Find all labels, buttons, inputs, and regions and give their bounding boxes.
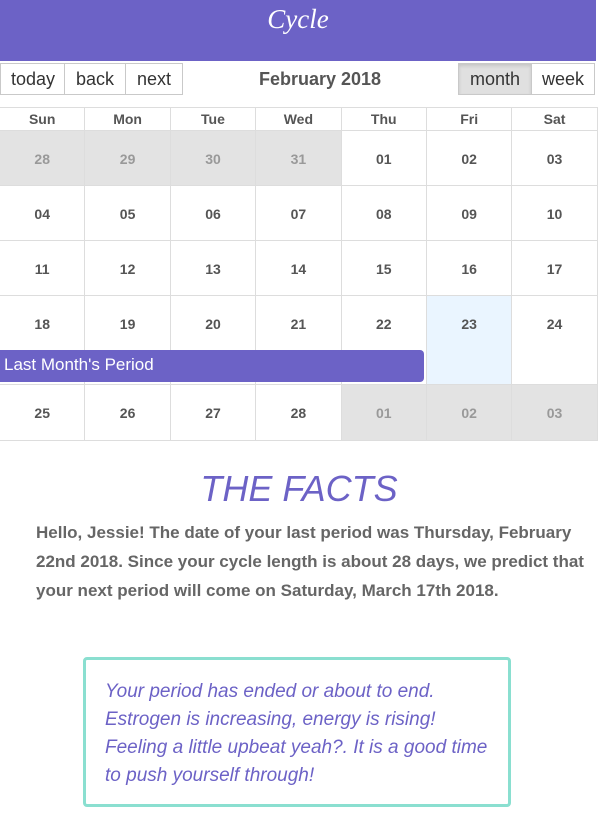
event-last-months-period[interactable]: Last Month's Period xyxy=(0,350,424,382)
month-view-button[interactable]: month xyxy=(458,63,532,95)
day-cell[interactable]: 05 xyxy=(85,186,171,240)
day-cell[interactable]: 29 xyxy=(85,131,171,185)
day-cell[interactable]: 03 xyxy=(512,385,598,440)
day-cell[interactable]: 14 xyxy=(256,241,342,295)
day-cell[interactable]: 13 xyxy=(171,241,257,295)
day-cell[interactable]: 11 xyxy=(0,241,86,295)
day-cell[interactable]: 10 xyxy=(512,186,598,240)
day-cell[interactable]: 28 xyxy=(256,385,342,440)
week-row-2: 04 05 06 07 08 09 10 xyxy=(0,185,598,240)
next-button[interactable]: next xyxy=(125,63,183,95)
weekday-wed: Wed xyxy=(256,108,342,130)
advice-text: Your period has ended or about to end. E… xyxy=(105,681,488,786)
app-header: Cycle xyxy=(0,0,596,61)
day-cell[interactable]: 12 xyxy=(85,241,171,295)
day-cell[interactable]: 31 xyxy=(256,131,342,185)
day-cell[interactable]: 15 xyxy=(342,241,427,295)
day-cell[interactable]: 27 xyxy=(171,385,257,440)
month-title: February 2018 xyxy=(258,69,382,89)
day-cell-today[interactable]: 23 xyxy=(426,296,513,384)
day-cell[interactable]: 01 xyxy=(342,131,427,185)
back-button[interactable]: back xyxy=(64,63,126,95)
weekday-fri: Fri xyxy=(427,108,513,130)
week-row-3: 11 12 13 14 15 16 17 xyxy=(0,240,598,295)
day-cell[interactable]: 17 xyxy=(512,241,598,295)
app-title: Cycle xyxy=(267,4,329,34)
day-cell[interactable]: 01 xyxy=(341,385,427,440)
week-row-5: 25 26 27 28 01 02 03 xyxy=(0,384,598,441)
facts-paragraph: Hello, Jessie! The date of your last per… xyxy=(36,523,584,600)
day-cell[interactable]: 02 xyxy=(426,385,513,440)
week-view-button[interactable]: week xyxy=(531,63,595,95)
day-cell[interactable]: 04 xyxy=(0,186,86,240)
day-cell[interactable]: 30 xyxy=(170,131,257,185)
nav-button-group: today back next xyxy=(0,63,183,95)
day-cell[interactable]: 26 xyxy=(85,385,171,440)
day-cell[interactable]: 28 xyxy=(0,131,86,185)
weekday-tue: Tue xyxy=(171,108,257,130)
weekday-sat: Sat xyxy=(512,108,598,130)
day-cell[interactable]: 24 xyxy=(512,296,598,384)
view-button-group: month week xyxy=(458,63,595,95)
day-cell[interactable]: 03 xyxy=(512,131,598,185)
day-cell[interactable]: 16 xyxy=(427,241,513,295)
calendar-grid: Sun Mon Tue Wed Thu Fri Sat 28 29 30 31 … xyxy=(0,107,598,441)
today-button[interactable]: today xyxy=(0,63,65,95)
day-cell[interactable]: 08 xyxy=(342,186,427,240)
week-row-4: 18 19 20 21 22 23 24 Last Month's Period xyxy=(0,295,598,384)
calendar-toolbar: today back next February 2018 month week xyxy=(0,63,598,95)
weekday-header-row: Sun Mon Tue Wed Thu Fri Sat xyxy=(0,107,598,130)
day-cell[interactable]: 07 xyxy=(256,186,342,240)
weekday-sun: Sun xyxy=(0,108,86,130)
weekday-mon: Mon xyxy=(85,108,171,130)
week-row-1: 28 29 30 31 01 02 03 xyxy=(0,130,598,185)
day-cell[interactable]: 02 xyxy=(427,131,513,185)
facts-heading: THE FACTS xyxy=(200,468,398,509)
day-cell[interactable]: 06 xyxy=(171,186,257,240)
day-cell[interactable]: 25 xyxy=(0,385,86,440)
advice-box: Your period has ended or about to end. E… xyxy=(83,657,511,807)
day-cell[interactable]: 09 xyxy=(427,186,513,240)
weekday-thu: Thu xyxy=(342,108,427,130)
